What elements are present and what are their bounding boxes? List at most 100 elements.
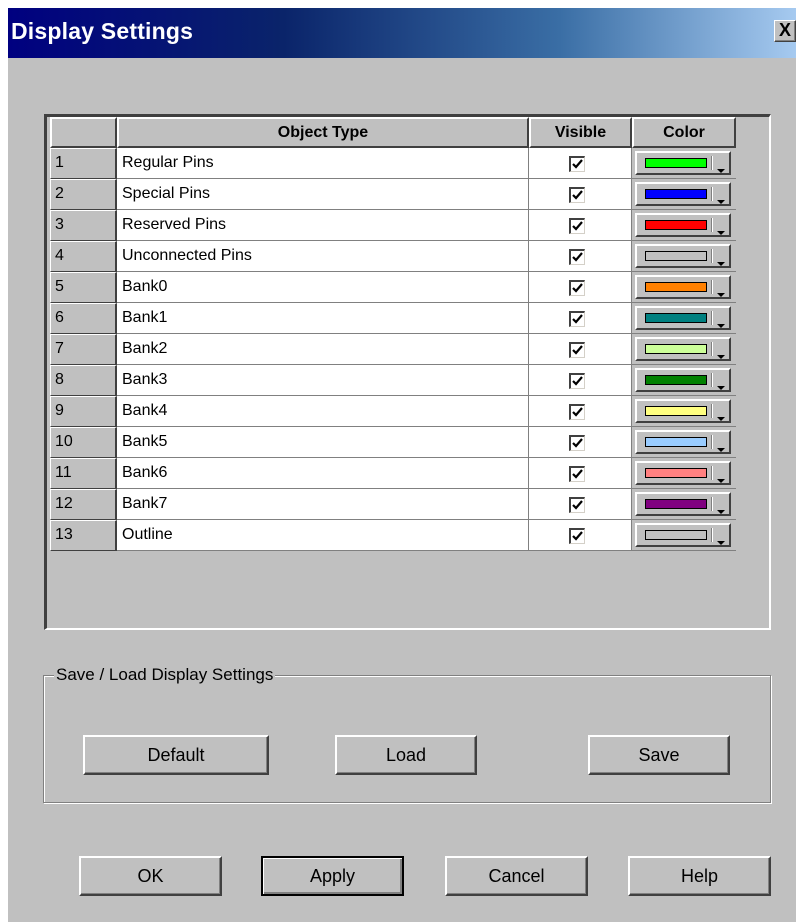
row-number-cell[interactable]: 11 [50, 458, 117, 489]
visible-checkbox[interactable] [569, 156, 585, 172]
color-picker-dropdown[interactable] [635, 182, 731, 206]
visible-checkbox[interactable] [569, 466, 585, 482]
table-row[interactable]: 5 Bank0 [50, 272, 736, 303]
header-color[interactable]: Color [632, 117, 736, 148]
table-row[interactable]: 4 Unconnected Pins [50, 241, 736, 272]
dropdown-separator [711, 311, 713, 325]
dropdown-separator [711, 249, 713, 263]
help-button[interactable]: Help [628, 856, 771, 896]
object-type-cell[interactable]: Bank5 [117, 427, 529, 458]
visible-checkbox[interactable] [569, 187, 585, 203]
checkmark-icon [572, 221, 583, 231]
apply-button[interactable]: Apply [261, 856, 404, 896]
color-picker-dropdown[interactable] [635, 306, 731, 330]
table-row[interactable]: 12 Bank7 [50, 489, 736, 520]
row-number-cell[interactable]: 2 [50, 179, 117, 210]
header-row-number [50, 117, 117, 148]
table-row[interactable]: 3 Reserved Pins [50, 210, 736, 241]
row-number-cell[interactable]: 12 [50, 489, 117, 520]
row-number-cell[interactable]: 4 [50, 241, 117, 272]
visible-checkbox[interactable] [569, 373, 585, 389]
color-picker-dropdown[interactable] [635, 492, 731, 516]
visible-checkbox[interactable] [569, 528, 585, 544]
color-picker-dropdown[interactable] [635, 368, 731, 392]
color-swatch [645, 313, 707, 323]
color-picker-dropdown[interactable] [635, 244, 731, 268]
close-button[interactable]: X [774, 20, 796, 42]
object-type-cell[interactable]: Regular Pins [117, 148, 529, 179]
table-row[interactable]: 11 Bank6 [50, 458, 736, 489]
visible-checkbox[interactable] [569, 404, 585, 420]
color-swatch [645, 530, 707, 540]
color-picker-dropdown[interactable] [635, 337, 731, 361]
visible-cell [529, 427, 632, 458]
color-cell [632, 458, 736, 489]
table-row[interactable]: 9 Bank4 [50, 396, 736, 427]
dropdown-separator [711, 435, 713, 449]
row-number-cell[interactable]: 10 [50, 427, 117, 458]
color-picker-dropdown[interactable] [635, 461, 731, 485]
row-number-cell[interactable]: 6 [50, 303, 117, 334]
visible-checkbox[interactable] [569, 218, 585, 234]
cancel-button[interactable]: Cancel [445, 856, 588, 896]
visible-cell [529, 365, 632, 396]
visible-checkbox[interactable] [569, 280, 585, 296]
checkmark-icon [572, 438, 583, 448]
load-button[interactable]: Load [335, 735, 477, 775]
table-row[interactable]: 7 Bank2 [50, 334, 736, 365]
visible-cell [529, 179, 632, 210]
object-type-cell[interactable]: Special Pins [117, 179, 529, 210]
color-picker-dropdown[interactable] [635, 430, 731, 454]
color-swatch [645, 406, 707, 416]
visible-checkbox[interactable] [569, 342, 585, 358]
table-row[interactable]: 2 Special Pins [50, 179, 736, 210]
header-visible[interactable]: Visible [529, 117, 632, 148]
table-row[interactable]: 13 Outline [50, 520, 736, 551]
color-picker-dropdown[interactable] [635, 523, 731, 547]
header-object-type[interactable]: Object Type [117, 117, 529, 148]
default-button[interactable]: Default [83, 735, 269, 775]
table-row[interactable]: 10 Bank5 [50, 427, 736, 458]
ok-button[interactable]: OK [79, 856, 222, 896]
color-swatch [645, 499, 707, 509]
color-cell [632, 365, 736, 396]
object-type-cell[interactable]: Bank6 [117, 458, 529, 489]
save-button[interactable]: Save [588, 735, 730, 775]
color-picker-dropdown[interactable] [635, 275, 731, 299]
table-row[interactable]: 8 Bank3 [50, 365, 736, 396]
dropdown-separator [711, 404, 713, 418]
object-type-cell[interactable]: Reserved Pins [117, 210, 529, 241]
row-number-cell[interactable]: 8 [50, 365, 117, 396]
object-type-cell[interactable]: Bank2 [117, 334, 529, 365]
visible-checkbox[interactable] [569, 311, 585, 327]
object-type-cell[interactable]: Bank1 [117, 303, 529, 334]
row-number-cell[interactable]: 7 [50, 334, 117, 365]
visible-checkbox[interactable] [569, 435, 585, 451]
object-type-cell[interactable]: Bank0 [117, 272, 529, 303]
object-type-cell[interactable]: Unconnected Pins [117, 241, 529, 272]
row-number-cell[interactable]: 1 [50, 148, 117, 179]
row-number-cell[interactable]: 5 [50, 272, 117, 303]
object-type-cell[interactable]: Bank3 [117, 365, 529, 396]
row-number-cell[interactable]: 3 [50, 210, 117, 241]
color-picker-dropdown[interactable] [635, 399, 731, 423]
color-swatch [645, 468, 707, 478]
object-type-cell[interactable]: Bank4 [117, 396, 529, 427]
row-number-cell[interactable]: 13 [50, 520, 117, 551]
visible-checkbox[interactable] [569, 249, 585, 265]
color-swatch [645, 220, 707, 230]
title-bar[interactable]: Display Settings X [8, 8, 796, 58]
dropdown-separator [711, 218, 713, 232]
visible-cell [529, 148, 632, 179]
color-cell [632, 148, 736, 179]
object-type-cell[interactable]: Bank7 [117, 489, 529, 520]
display-settings-dialog: Display Settings X Object Type Visible C… [8, 8, 796, 922]
table-row[interactable]: 1 Regular Pins [50, 148, 736, 179]
color-picker-dropdown[interactable] [635, 213, 731, 237]
object-type-cell[interactable]: Outline [117, 520, 529, 551]
visible-checkbox[interactable] [569, 497, 585, 513]
row-number-cell[interactable]: 9 [50, 396, 117, 427]
table-row[interactable]: 6 Bank1 [50, 303, 736, 334]
color-picker-dropdown[interactable] [635, 151, 731, 175]
save-load-group-label: Save / Load Display Settings [54, 665, 276, 685]
